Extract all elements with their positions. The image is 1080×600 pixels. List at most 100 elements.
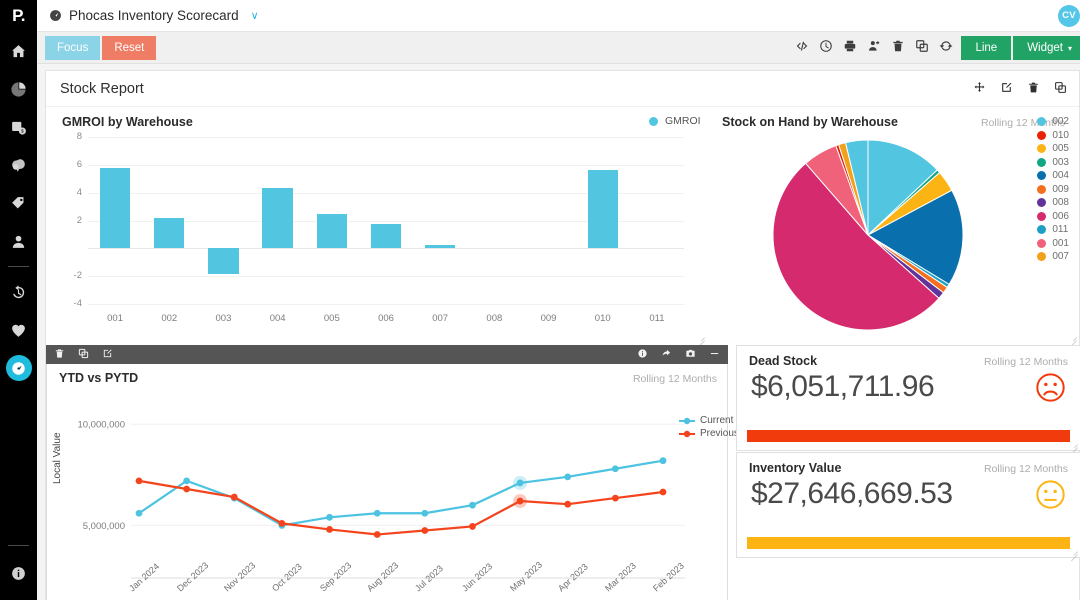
line-point-highlight [513, 494, 527, 508]
pie-legend-item[interactable]: 010 [1037, 129, 1069, 143]
gmroi-bar[interactable] [317, 214, 347, 248]
line-data-point[interactable] [183, 477, 190, 484]
clock-icon[interactable] [819, 39, 833, 56]
line-data-point[interactable] [469, 523, 476, 530]
sidebar-item-home[interactable] [0, 32, 37, 70]
inventory-value-resize-handle[interactable] [1069, 546, 1078, 555]
line-data-point[interactable] [326, 514, 333, 521]
focus-button[interactable]: Focus [45, 36, 100, 60]
reset-button[interactable]: Reset [102, 36, 156, 60]
dead-stock-title: Dead Stock [749, 354, 817, 368]
refresh-icon[interactable] [939, 39, 953, 56]
chevron-down-icon[interactable]: ∨ [251, 9, 259, 22]
pie-legend-item[interactable]: 009 [1037, 183, 1069, 197]
trash-icon[interactable] [54, 348, 65, 362]
gmroi-bar[interactable] [154, 218, 184, 248]
gmroi-legend[interactable]: GMROI [649, 115, 701, 127]
line-data-point[interactable] [374, 531, 381, 538]
line-data-point[interactable] [421, 527, 428, 534]
line-data-point[interactable] [136, 477, 143, 484]
gmroi-bar[interactable] [262, 188, 292, 249]
pie-legend-item[interactable]: 006 [1037, 210, 1069, 224]
line-data-point[interactable] [612, 465, 619, 472]
pie-legend-item[interactable]: 003 [1037, 156, 1069, 170]
line-data-point[interactable] [136, 510, 143, 517]
sidebar-item-users[interactable] [0, 222, 37, 260]
line-data-point[interactable] [326, 526, 333, 533]
line-data-point[interactable] [183, 486, 190, 493]
share-user-icon[interactable] [867, 39, 881, 56]
pie-legend-item[interactable]: 008 [1037, 196, 1069, 210]
gmroi-bar[interactable] [371, 224, 401, 248]
sidebar-item-dashboards[interactable] [0, 349, 37, 387]
info-icon[interactable] [637, 348, 648, 362]
dead-stock-resize-handle[interactable] [1069, 439, 1078, 448]
print-icon[interactable] [843, 39, 857, 56]
line-data-point[interactable] [660, 489, 667, 496]
sidebar-item-dashboards-active-pill[interactable] [6, 355, 32, 381]
copy-icon[interactable] [1054, 81, 1067, 97]
legend-marker-current [679, 416, 695, 426]
gmroi-bar[interactable] [208, 248, 238, 274]
line-data-point[interactable] [612, 495, 619, 502]
legend-item-current[interactable]: Current [679, 414, 739, 427]
gmroi-bar[interactable] [425, 245, 455, 248]
sidebar-item-recent[interactable] [0, 273, 37, 311]
trash-icon[interactable] [891, 39, 905, 56]
app-logo[interactable]: P. [0, 0, 37, 32]
sidebar-item-discounts[interactable] [0, 184, 37, 222]
pie-legend[interactable]: 002010005003004009008006011001007 [1037, 115, 1069, 264]
line-chart[interactable]: 10,000,0005,000,000 [53, 392, 693, 592]
pie-legend-item[interactable]: 005 [1037, 142, 1069, 156]
camera-icon[interactable] [685, 348, 696, 362]
report-title: Stock Report [60, 81, 144, 97]
widget-gmroi-by-warehouse: GMROI by Warehouse 8642-2-40010020030040… [54, 107, 699, 337]
pie-legend-label: 010 [1052, 130, 1069, 141]
line-series-path[interactable] [139, 481, 663, 535]
line-data-point[interactable] [660, 457, 667, 464]
line-data-point[interactable] [421, 510, 428, 517]
line-data-point[interactable] [279, 520, 286, 527]
line-series-path[interactable] [139, 461, 663, 526]
sidebar-item-analytics[interactable] [0, 70, 37, 108]
edit-icon[interactable] [102, 348, 113, 362]
gmroi-chart[interactable]: 8642-2-400100200300400500600700800901001… [62, 137, 692, 332]
pie-legend-item[interactable]: 004 [1037, 169, 1069, 183]
gmroi-resize-handle[interactable] [696, 332, 705, 341]
sidebar-item-rebates[interactable] [0, 146, 37, 184]
widget-button[interactable]: Widget ▾ [1013, 36, 1080, 60]
sidebar-item-favourites[interactable] [0, 311, 37, 349]
gmroi-x-tick-label: 010 [583, 313, 623, 324]
gmroi-zero-line [88, 248, 684, 249]
copy-icon[interactable] [78, 348, 89, 362]
line-data-point[interactable] [564, 501, 571, 508]
trash-icon[interactable] [1027, 81, 1040, 97]
pie-legend-label: 003 [1052, 157, 1069, 168]
line-button[interactable]: Line [961, 36, 1011, 60]
gmroi-bar[interactable] [100, 168, 130, 248]
move-icon[interactable] [973, 81, 986, 97]
copy-icon[interactable] [915, 39, 929, 56]
line-legend[interactable]: Current Previous [679, 414, 739, 440]
legend-item-previous[interactable]: Previous [679, 427, 739, 440]
line-point-highlight [513, 476, 527, 490]
pie-legend-item[interactable]: 001 [1037, 237, 1069, 251]
sidebar-item-financial-statements[interactable]: $ [0, 108, 37, 146]
line-data-point[interactable] [564, 473, 571, 480]
pie-resize-handle[interactable] [1068, 332, 1077, 341]
code-icon[interactable] [795, 39, 809, 56]
pie-legend-swatch [1037, 239, 1046, 248]
pie-chart[interactable] [768, 135, 968, 335]
edit-icon[interactable] [1000, 81, 1013, 97]
pie-legend-item[interactable]: 002 [1037, 115, 1069, 129]
pie-legend-item[interactable]: 011 [1037, 223, 1069, 237]
pie-legend-item[interactable]: 007 [1037, 250, 1069, 264]
avatar[interactable]: CV [1058, 5, 1080, 27]
share-icon[interactable] [661, 348, 672, 362]
gmroi-bar[interactable] [588, 170, 618, 248]
line-data-point[interactable] [231, 494, 238, 501]
line-data-point[interactable] [374, 510, 381, 517]
line-data-point[interactable] [469, 502, 476, 509]
info-icon[interactable] [0, 554, 37, 592]
minimize-icon[interactable] [709, 348, 720, 362]
